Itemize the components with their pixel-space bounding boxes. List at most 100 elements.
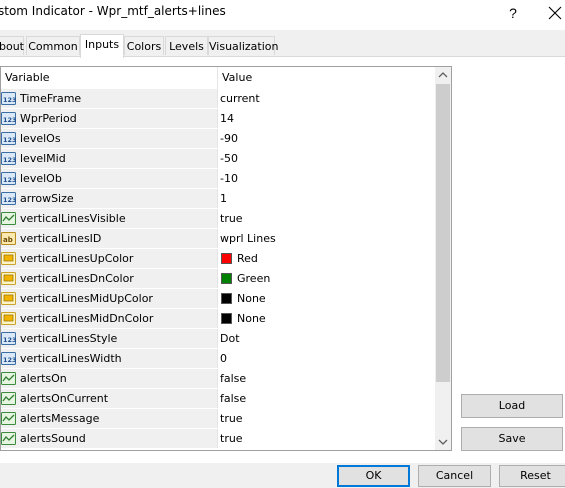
tab-about[interactable]: bout bbox=[0, 36, 24, 55]
scroll-thumb[interactable] bbox=[436, 84, 450, 382]
tab-colors[interactable]: Colors bbox=[124, 36, 164, 55]
variable-cell[interactable]: alertsSound bbox=[1, 429, 217, 448]
svg-text:123: 123 bbox=[3, 176, 16, 184]
grid-row-levelOs[interactable]: 123 levelOs -90 bbox=[1, 129, 435, 149]
grid-row-arrowSize[interactable]: 123 arrowSize 1 bbox=[1, 189, 435, 209]
reset-button[interactable]: Reset bbox=[499, 465, 565, 487]
tab-common[interactable]: Common bbox=[26, 36, 80, 55]
tab-levels[interactable]: Levels bbox=[165, 36, 208, 55]
variable-cell[interactable]: 123 verticalLinesStyle bbox=[1, 329, 217, 348]
grid-row-verticalLinesStyle[interactable]: 123 verticalLinesStyle Dot bbox=[1, 329, 435, 349]
value-cell[interactable]: -10 bbox=[217, 169, 435, 188]
grid-row-WprPeriod[interactable]: 123 WprPeriod 14 bbox=[1, 109, 435, 129]
variable-cell[interactable]: verticalLinesVisible bbox=[1, 209, 217, 228]
value-cell[interactable]: None bbox=[217, 309, 435, 328]
variable-cell[interactable]: 123 WprPeriod bbox=[1, 109, 217, 128]
column-header-value[interactable]: Value bbox=[218, 67, 435, 89]
grid-row-alertsMessage[interactable]: alertsMessage true bbox=[1, 409, 435, 429]
numeric-type-icon: 123 bbox=[1, 151, 17, 166]
svg-text:123: 123 bbox=[3, 136, 16, 144]
value-cell[interactable]: Dot bbox=[217, 329, 435, 348]
color-type-icon bbox=[1, 311, 16, 326]
numeric-type-icon: 123 bbox=[1, 91, 17, 106]
variable-value: -90 bbox=[220, 132, 238, 145]
color-swatch[interactable] bbox=[221, 293, 232, 304]
tab-visualization[interactable]: Visualization bbox=[208, 36, 278, 55]
value-cell[interactable]: 14 bbox=[217, 109, 435, 128]
value-cell[interactable]: -90 bbox=[217, 129, 435, 148]
grid-row-alertsSound[interactable]: alertsSound true bbox=[1, 429, 435, 449]
close-button[interactable] bbox=[545, 2, 565, 24]
cancel-button[interactable]: Cancel bbox=[418, 465, 491, 487]
value-cell[interactable]: true bbox=[217, 209, 435, 228]
load-button[interactable]: Load bbox=[461, 394, 563, 418]
variable-cell[interactable]: alertsOnCurrent bbox=[1, 389, 217, 408]
boolean-type-icon bbox=[1, 211, 16, 226]
tab-inputs[interactable]: Inputs bbox=[80, 34, 124, 58]
value-cell[interactable]: true bbox=[217, 409, 435, 428]
numeric-type-icon: 123 bbox=[1, 331, 17, 346]
variable-value: -10 bbox=[220, 172, 238, 185]
grid-row-alertsOnCurrent[interactable]: alertsOnCurrent false bbox=[1, 389, 435, 409]
variable-name: alertsMessage bbox=[20, 412, 100, 425]
variable-cell[interactable]: alertsOn bbox=[1, 369, 217, 388]
variable-cell[interactable]: verticalLinesMidUpColor bbox=[1, 289, 217, 308]
variable-name: levelMid bbox=[20, 152, 66, 165]
value-cell[interactable]: 1 bbox=[217, 189, 435, 208]
color-swatch[interactable] bbox=[221, 253, 232, 264]
variable-name: TimeFrame bbox=[20, 92, 82, 105]
column-header-variable[interactable]: Variable bbox=[1, 67, 217, 89]
grid-row-verticalLinesVisible[interactable]: verticalLinesVisible true bbox=[1, 209, 435, 229]
value-cell[interactable]: 0 bbox=[217, 349, 435, 368]
grid-row-TimeFrame[interactable]: 123 TimeFrame current bbox=[1, 89, 435, 109]
grid-row-verticalLinesMidDnColor[interactable]: verticalLinesMidDnColor None bbox=[1, 309, 435, 329]
grid-row-verticalLinesUpColor[interactable]: verticalLinesUpColor Red bbox=[1, 249, 435, 269]
value-cell[interactable]: Green bbox=[217, 269, 435, 288]
variable-cell[interactable]: 123 TimeFrame bbox=[1, 89, 217, 108]
value-cell[interactable]: false bbox=[217, 369, 435, 388]
inputs-grid: Variable Value 123 TimeFrame current 123 Wpr… bbox=[0, 66, 452, 451]
value-cell[interactable]: Red bbox=[217, 249, 435, 268]
value-cell[interactable]: false bbox=[217, 389, 435, 408]
variable-cell[interactable]: verticalLinesUpColor bbox=[1, 249, 217, 268]
svg-text:123: 123 bbox=[3, 336, 16, 344]
grid-row-verticalLinesID[interactable]: ab verticalLinesID wprl Lines bbox=[1, 229, 435, 249]
color-swatch[interactable] bbox=[221, 313, 232, 324]
variable-cell[interactable]: 123 levelMid bbox=[1, 149, 217, 168]
value-cell[interactable]: true bbox=[217, 429, 435, 448]
value-cell[interactable]: None bbox=[217, 289, 435, 308]
variable-name: alertsSound bbox=[20, 432, 86, 445]
save-button[interactable]: Save bbox=[461, 427, 563, 451]
variable-cell[interactable]: verticalLinesMidDnColor bbox=[1, 309, 217, 328]
grid-row-verticalLinesWidth[interactable]: 123 verticalLinesWidth 0 bbox=[1, 349, 435, 369]
boolean-type-icon bbox=[1, 431, 16, 446]
grid-row-verticalLinesMidUpColor[interactable]: verticalLinesMidUpColor None bbox=[1, 289, 435, 309]
value-cell[interactable]: wprl Lines bbox=[217, 229, 435, 248]
value-cell[interactable]: -50 bbox=[217, 149, 435, 168]
value-cell[interactable]: current bbox=[217, 89, 435, 108]
grid-row-verticalLinesDnColor[interactable]: verticalLinesDnColor Green bbox=[1, 269, 435, 289]
svg-text:ab: ab bbox=[3, 236, 13, 244]
variable-name: verticalLinesMidUpColor bbox=[20, 292, 153, 305]
scroll-up-button[interactable] bbox=[435, 67, 451, 84]
color-swatch[interactable] bbox=[221, 273, 232, 284]
variable-cell[interactable]: ab verticalLinesID bbox=[1, 229, 217, 248]
variable-cell[interactable]: verticalLinesDnColor bbox=[1, 269, 217, 288]
variable-cell[interactable]: 123 levelOb bbox=[1, 169, 217, 188]
grid-row-alertsOn[interactable]: alertsOn false bbox=[1, 369, 435, 389]
variable-value: None bbox=[237, 312, 266, 325]
variable-cell[interactable]: 123 levelOs bbox=[1, 129, 217, 148]
variable-cell[interactable]: 123 arrowSize bbox=[1, 189, 217, 208]
ok-button[interactable]: OK bbox=[337, 465, 410, 487]
grid-row-levelOb[interactable]: 123 levelOb -10 bbox=[1, 169, 435, 189]
variable-cell[interactable]: 123 verticalLinesWidth bbox=[1, 349, 217, 368]
window-title: stom Indicator - Wpr_mtf_alerts+lines bbox=[0, 4, 226, 18]
grid-row-levelMid[interactable]: 123 levelMid -50 bbox=[1, 149, 435, 169]
scroll-down-button[interactable] bbox=[435, 433, 451, 450]
help-button[interactable]: ? bbox=[503, 2, 523, 24]
variable-name: verticalLinesWidth bbox=[20, 352, 122, 365]
color-type-icon bbox=[1, 291, 16, 306]
variable-cell[interactable]: alertsMessage bbox=[1, 409, 217, 428]
boolean-type-icon bbox=[1, 391, 16, 406]
vertical-scrollbar[interactable] bbox=[435, 67, 451, 450]
